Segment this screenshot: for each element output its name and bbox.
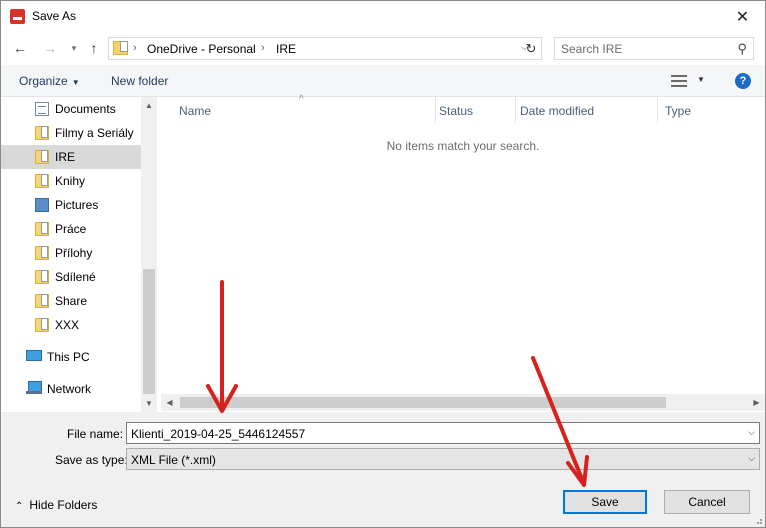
- view-dropdown-chevron-icon[interactable]: ▼: [697, 75, 705, 84]
- scroll-left-icon[interactable]: ◀: [161, 394, 178, 411]
- save-as-type-value: XML File (*.xml): [131, 453, 216, 467]
- sidebar-item-label: Documents: [55, 102, 116, 116]
- title-bar: Save As ✕: [1, 1, 765, 32]
- chevron-down-icon[interactable]: ⌵: [748, 427, 755, 438]
- scroll-right-icon[interactable]: ▶: [748, 394, 765, 411]
- folder-icon: [35, 150, 49, 164]
- back-arrow-icon[interactable]: ←: [11, 39, 29, 57]
- folder-icon: [35, 222, 49, 236]
- folder-icon: [35, 246, 49, 260]
- sidebar-item-knihy[interactable]: Knihy: [1, 169, 141, 193]
- chevron-down-icon[interactable]: ⌵: [748, 453, 755, 464]
- computer-icon: [26, 350, 42, 361]
- organize-label: Organize: [19, 74, 68, 88]
- new-folder-button[interactable]: New folder: [111, 74, 168, 88]
- organize-button[interactable]: Organize ▼: [19, 74, 80, 88]
- sidebar-item-label: Sdílené: [55, 270, 96, 284]
- column-header-name[interactable]: Name ^: [161, 94, 436, 123]
- pictures-icon: [35, 198, 49, 212]
- hide-folders-button[interactable]: ⌃ Hide Folders: [15, 498, 97, 512]
- sidebar-item-ire[interactable]: IRE: [1, 145, 141, 169]
- resize-grip-icon[interactable]: [753, 515, 763, 525]
- column-label: Name: [179, 104, 212, 118]
- sidebar-item-label: Filmy a Seriály: [55, 126, 134, 140]
- sidebar-item-label: Pictures: [55, 198, 99, 212]
- sidebar-item-label: XXX: [55, 318, 80, 332]
- command-toolbar: Organize ▼ New folder ▼ ?: [1, 65, 765, 97]
- folder-icon: [35, 270, 49, 284]
- scroll-down-icon[interactable]: ▼: [141, 395, 157, 412]
- view-options-icon[interactable]: [671, 75, 687, 87]
- documents-icon: [35, 102, 49, 116]
- sidebar-item-label: Práce: [55, 222, 87, 236]
- forward-arrow-icon[interactable]: →: [41, 39, 59, 57]
- column-header-date-modified[interactable]: Date modified: [516, 97, 658, 123]
- folder-icon: [35, 126, 49, 140]
- sidebar-item-label: IRE: [55, 150, 76, 164]
- column-label: Type: [665, 104, 692, 118]
- folder-icon: [35, 318, 49, 332]
- folder-icon: [35, 174, 49, 188]
- scrollbar-thumb[interactable]: [143, 269, 155, 394]
- navigation-pane: Documents Filmy a Seriály IRE Knihy Pict…: [1, 97, 157, 412]
- cancel-button[interactable]: Cancel: [664, 490, 750, 514]
- network-icon: [26, 381, 42, 395]
- close-button[interactable]: ✕: [720, 1, 765, 32]
- file-list-horizontal-scrollbar[interactable]: ◀ ▶: [161, 394, 765, 411]
- breadcrumb-onedrive[interactable]: OneDrive - Personal: [147, 42, 256, 56]
- search-input[interactable]: Search IRE ⚲: [554, 37, 754, 60]
- sidebar-item-label: Network: [47, 382, 92, 396]
- file-name-label: File name:: [67, 427, 124, 441]
- sidebar-item-label: This PC: [47, 350, 90, 364]
- save-button[interactable]: Save: [563, 490, 647, 514]
- column-label: Date modified: [520, 104, 595, 118]
- empty-message: No items match your search.: [386, 139, 540, 153]
- sidebar-item-share[interactable]: Share: [1, 289, 141, 313]
- save-as-type-label: Save as type:: [55, 453, 128, 467]
- sidebar-item-prace[interactable]: Práce: [1, 217, 141, 241]
- address-bar[interactable]: › OneDrive - Personal › IRE ⌵: [108, 37, 542, 60]
- search-placeholder: Search IRE: [561, 42, 623, 56]
- save-as-type-select[interactable]: XML File (*.xml) ⌵: [126, 448, 760, 470]
- up-arrow-icon[interactable]: ↑: [85, 39, 103, 57]
- file-name-value: Klienti_2019-04-25_5446124557: [131, 427, 306, 441]
- sidebar-item-label: Knihy: [55, 174, 86, 188]
- window-title: Save As: [32, 9, 77, 23]
- chevron-down-icon: ▼: [71, 78, 80, 87]
- column-header-status[interactable]: Status: [436, 97, 516, 123]
- breadcrumb-ire[interactable]: IRE: [276, 42, 296, 56]
- sidebar-item-label: Přílohy: [55, 246, 93, 260]
- sidebar-item-label: Share: [55, 294, 88, 308]
- sidebar-scrollbar[interactable]: ▲ ▼: [141, 97, 157, 412]
- help-icon[interactable]: ?: [735, 73, 751, 89]
- search-icon[interactable]: ⚲: [737, 41, 747, 57]
- sidebar-item-documents[interactable]: Documents: [1, 97, 141, 121]
- scroll-up-icon[interactable]: ▲: [141, 97, 157, 114]
- folder-icon: [113, 41, 128, 55]
- folder-icon: [35, 294, 49, 308]
- column-label: Status: [439, 104, 474, 118]
- app-icon: [10, 9, 25, 24]
- sidebar-item-network[interactable]: Network: [1, 377, 141, 401]
- recent-locations-chevron-icon[interactable]: ▾: [65, 39, 83, 57]
- column-header-type[interactable]: Type: [658, 97, 748, 123]
- chevron-up-icon: ⌃: [15, 501, 24, 512]
- sidebar-item-filmy-a-serialy[interactable]: Filmy a Seriály: [1, 121, 141, 145]
- sidebar-item-xxx[interactable]: XXX: [1, 313, 141, 337]
- hide-folders-label: Hide Folders: [29, 498, 98, 512]
- sort-ascending-icon: ^: [299, 94, 304, 105]
- sidebar-item-this-pc[interactable]: This PC: [1, 345, 141, 369]
- breadcrumb-chevron-icon[interactable]: ›: [261, 42, 265, 54]
- scrollbar-thumb[interactable]: [180, 397, 666, 408]
- save-form: File name: Klienti_2019-04-25_5446124557…: [1, 412, 765, 527]
- sidebar-item-prilohy[interactable]: Přílohy: [1, 241, 141, 265]
- navigation-bar: ← → ▾ ↑ › OneDrive - Personal › IRE ⌵ ↻ …: [1, 32, 765, 65]
- sidebar-item-pictures[interactable]: Pictures: [1, 193, 141, 217]
- sidebar-item-sdilene[interactable]: Sdílené: [1, 265, 141, 289]
- file-name-input[interactable]: Klienti_2019-04-25_5446124557 ⌵: [126, 422, 760, 444]
- breadcrumb-chevron-icon[interactable]: ›: [133, 42, 137, 54]
- file-list[interactable]: Name ^ Status Date modified Type No item…: [161, 94, 765, 412]
- refresh-icon[interactable]: ↻: [521, 37, 542, 60]
- save-as-dialog: Save As ✕ ← → ▾ ↑ › OneDrive - Personal …: [0, 0, 766, 528]
